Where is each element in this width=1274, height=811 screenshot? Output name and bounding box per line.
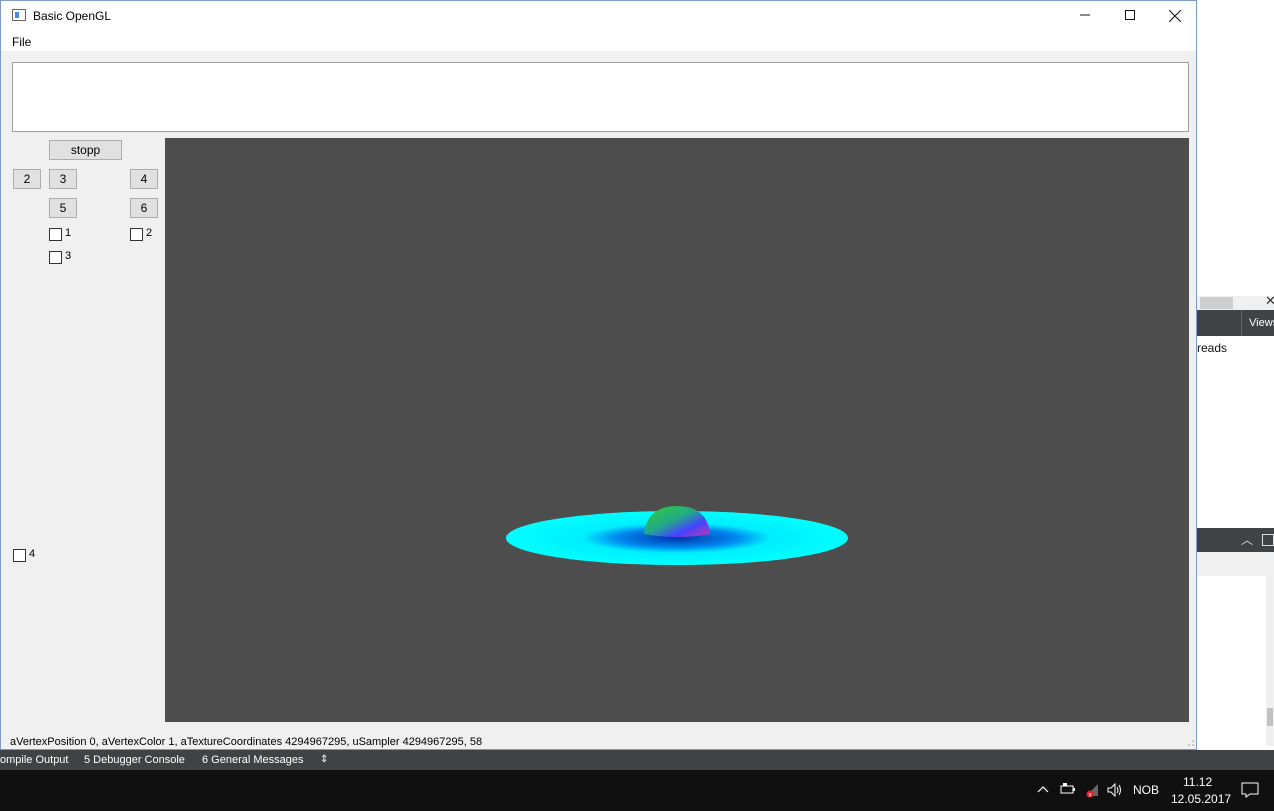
- checkbox-label: 4: [29, 548, 36, 560]
- button-3[interactable]: 3: [49, 169, 77, 189]
- close-icon: [1168, 9, 1182, 23]
- checkbox-box[interactable]: [130, 228, 143, 241]
- checkbox-box[interactable]: [49, 228, 62, 241]
- background-pane-band: [1197, 552, 1274, 576]
- chevron-up-icon[interactable]: [1037, 785, 1049, 793]
- menu-file[interactable]: File: [12, 35, 31, 49]
- views-button[interactable]: Views: [1241, 310, 1274, 336]
- tab-debugger-console[interactable]: 5 Debugger Console: [84, 750, 185, 770]
- button-4[interactable]: 4: [130, 169, 158, 189]
- button-2[interactable]: 2: [13, 169, 41, 189]
- action-center-icon[interactable]: [1241, 782, 1259, 798]
- button-5[interactable]: 5: [49, 198, 77, 218]
- main-window: Basic OpenGL File stopp 2 3 4 5 6 1 2 3 …: [0, 0, 1197, 750]
- scrollbar-thumb[interactable]: [1267, 708, 1273, 726]
- app-icon: [12, 9, 26, 21]
- network-icon[interactable]: x: [1084, 782, 1100, 798]
- checkbox-label: 3: [65, 250, 72, 262]
- battery-icon[interactable]: [1060, 783, 1076, 795]
- maximize-icon: [1125, 10, 1135, 20]
- opengl-scene: [506, 506, 848, 565]
- tab-general-messages[interactable]: 6 General Messages: [202, 750, 304, 770]
- stopp-button[interactable]: stopp: [49, 140, 122, 160]
- scrollbar-thumb[interactable]: [1200, 297, 1233, 309]
- checkbox-box[interactable]: [13, 549, 26, 562]
- threads-label: reads: [1197, 341, 1228, 355]
- close-icon[interactable]: ✕: [1265, 293, 1274, 309]
- close-button[interactable]: [1152, 1, 1198, 31]
- clock-date[interactable]: 12.05.2017: [1171, 792, 1231, 806]
- taskbar: x NOB 11.12 12.05.2017: [0, 770, 1274, 811]
- speaker-icon[interactable]: [1107, 782, 1123, 798]
- window-title: Basic OpenGL: [33, 9, 112, 23]
- maximize-pane-icon[interactable]: [1262, 534, 1274, 546]
- background-ide-panel: [1197, 0, 1274, 770]
- title-bar[interactable]: Basic OpenGL: [1, 1, 1196, 31]
- minimize-icon: [1080, 14, 1090, 16]
- opengl-viewport[interactable]: [165, 138, 1189, 722]
- button-6[interactable]: 6: [130, 198, 158, 218]
- resize-grip-icon[interactable]: [1187, 739, 1195, 747]
- background-vertical-scrollbar[interactable]: [1266, 576, 1274, 746]
- maximize-button[interactable]: [1107, 1, 1153, 31]
- svg-text:x: x: [1088, 792, 1092, 799]
- language-indicator[interactable]: NOB: [1133, 783, 1159, 797]
- up-down-arrows-icon[interactable]: ⇕: [320, 750, 328, 770]
- background-scrollbar[interactable]: [1197, 296, 1274, 310]
- minimize-button[interactable]: [1062, 1, 1108, 31]
- chevron-up-icon[interactable]: ︿: [1241, 531, 1253, 548]
- menu-bar: File: [1, 31, 1196, 51]
- checkbox-box[interactable]: [49, 251, 62, 264]
- status-bar-text: aVertexPosition 0, aVertexColor 1, aText…: [10, 736, 483, 748]
- text-output-field[interactable]: [12, 62, 1189, 132]
- checkbox-label: 1: [65, 227, 72, 239]
- clock-time[interactable]: 11.12: [1183, 775, 1212, 789]
- checkbox-label: 2: [146, 227, 153, 239]
- ide-output-tabs-bar: ompile Output 5 Debugger Console 6 Gener…: [0, 750, 1274, 770]
- tab-compile-output[interactable]: ompile Output: [0, 750, 68, 770]
- colored-dome: [644, 506, 710, 537]
